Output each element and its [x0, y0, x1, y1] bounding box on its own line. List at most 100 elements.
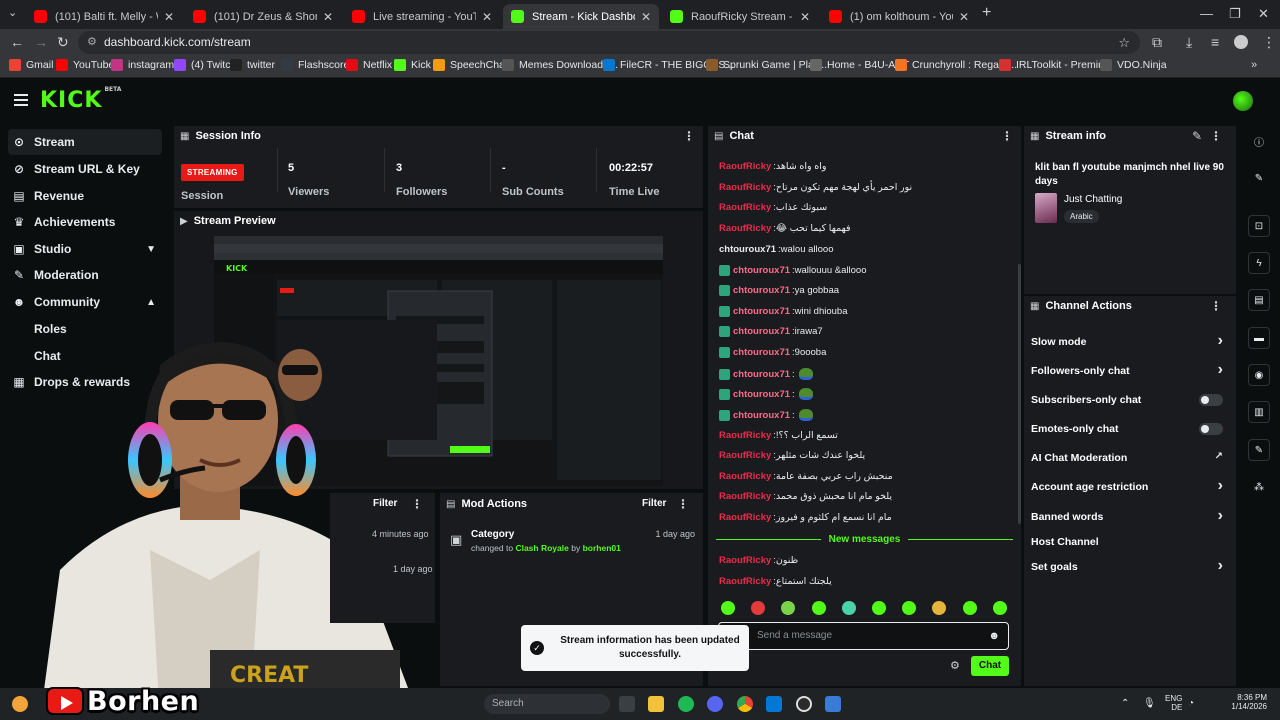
more-options-icon[interactable]: ⋮	[683, 129, 695, 143]
chat-username[interactable]: chtouroux71	[733, 306, 790, 317]
chat-message[interactable]: RaoufRicky: مام انا نسمع ام كلثوم و فيرو…	[719, 512, 892, 523]
chat-username[interactable]: chtouroux71	[733, 326, 790, 337]
more-options-icon[interactable]: ⋮	[1210, 299, 1222, 313]
new-tab-button[interactable]: +	[982, 4, 991, 22]
emote-icon[interactable]	[841, 601, 856, 615]
site-info-icon[interactable]: ⚙	[87, 31, 97, 54]
sidebar-item-revenue[interactable]: ▤ Revenue	[8, 183, 162, 209]
category-name[interactable]: Just Chatting	[1064, 194, 1122, 205]
bookmark-item[interactable]: (4) Twitch	[174, 59, 236, 71]
forward-icon[interactable]: →	[34, 34, 48, 50]
chat-message[interactable]: RaoufRicky: نور احمر يأي لهجة مهم تكون م…	[719, 182, 912, 193]
chat-message[interactable]: chtouroux71: walou allooo	[719, 244, 833, 255]
chrome-icon[interactable]	[737, 696, 753, 712]
browser-tab[interactable]: Stream - Kick Dashboard ✕	[503, 4, 659, 29]
more-bookmarks-icon[interactable]: »	[1251, 59, 1257, 71]
edit-icon[interactable]: ✎	[1248, 167, 1270, 189]
chat-username[interactable]: chtouroux71	[733, 265, 790, 276]
chat-username[interactable]: RaoufRicky	[719, 555, 771, 566]
chat-message-input[interactable]: Send a message ☻	[718, 622, 1009, 650]
chat-username[interactable]: chtouroux71	[719, 244, 776, 255]
close-tab-icon[interactable]: ✕	[800, 10, 810, 24]
new-messages-divider[interactable]: New messages	[708, 534, 1021, 545]
taskbar-search[interactable]: Search	[484, 694, 610, 714]
bookmark-star-icon[interactable]: ☆	[1118, 31, 1130, 54]
chat-message[interactable]: chtouroux71: wini dhiouba	[719, 306, 847, 317]
chat-username[interactable]: chtouroux71	[733, 389, 790, 400]
file-explorer-icon[interactable]	[648, 696, 664, 712]
chevron-right-icon[interactable]: ›	[1218, 361, 1223, 379]
channel-action-row[interactable]: Emotes-only chat	[1031, 423, 1223, 437]
wrench-icon[interactable]: ✎	[1248, 439, 1270, 461]
bookmark-item[interactable]: Flashscore	[281, 59, 349, 71]
chat-message[interactable]: chtouroux71: 9oooba	[719, 347, 826, 358]
download-icon[interactable]: ⤓	[1186, 34, 1192, 51]
bookmark-item[interactable]: twitter	[230, 59, 275, 71]
app-icon[interactable]	[766, 696, 782, 712]
bookmark-item[interactable]: IRLToolkit - Premiu...	[999, 59, 1113, 71]
mic-icon[interactable]: 🎙	[1143, 698, 1156, 709]
external-link-icon[interactable]: ↗	[1215, 451, 1223, 462]
chevron-right-icon[interactable]: ›	[1218, 507, 1223, 525]
spotify-icon[interactable]	[678, 696, 694, 712]
close-tab-icon[interactable]: ✕	[323, 10, 333, 24]
chat-username[interactable]: RaoufRicky	[719, 471, 771, 482]
channel-action-row[interactable]: Subscribers-only chat	[1031, 394, 1223, 408]
chat-message[interactable]: chtouroux71:	[719, 388, 813, 400]
chat-username[interactable]: RaoufRicky	[719, 202, 771, 213]
chat-message[interactable]: RaoufRicky: سبوتك عذاب	[719, 202, 827, 213]
chat-message[interactable]: chtouroux71: ya gobbaa	[719, 285, 839, 296]
close-window-button[interactable]: ✕	[1258, 6, 1269, 22]
minimize-button[interactable]: —	[1200, 6, 1213, 21]
maximize-button[interactable]: ❐	[1229, 6, 1241, 22]
chat-username[interactable]: RaoufRicky	[719, 182, 771, 193]
browser-tab[interactable]: (101) Balti ft. Melly - Wino El Ha ✕	[26, 4, 182, 29]
weather-icon[interactable]	[12, 696, 28, 712]
send-chat-button[interactable]: Chat	[971, 656, 1009, 676]
browser-tab[interactable]: RaoufRicky Stream - Watch Live ✕	[662, 4, 818, 29]
browser-tab[interactable]: (1) om kolthoum - YouTube ✕	[821, 4, 977, 29]
chat-message[interactable]: RaoufRicky: منحبش راب عربي بصفة عامة	[719, 471, 893, 482]
bookmark-item[interactable]: instagram	[111, 59, 174, 71]
emote-icon[interactable]	[751, 601, 766, 615]
layers-icon[interactable]: ▥	[1248, 401, 1270, 423]
channel-action-row[interactable]: Host Channel	[1031, 536, 1223, 550]
chat-username[interactable]: chtouroux71	[733, 410, 790, 421]
sidebar-item-stream-url-key[interactable]: ⊘ Stream URL & Key	[8, 156, 162, 182]
monitor-icon[interactable]	[825, 696, 841, 712]
clock[interactable]: 8:36 PM 1/14/2026	[1223, 693, 1267, 711]
emote-icon[interactable]	[811, 601, 826, 615]
more-options-icon[interactable]: ⋮	[411, 497, 423, 511]
chat-message[interactable]: RaoufRicky: فهمها كيما تحب 😂	[719, 223, 851, 234]
chat-bubble-icon[interactable]: ▬	[1248, 327, 1270, 349]
sidebar-item-stream[interactable]: ⊙ Stream	[8, 129, 162, 155]
url-input[interactable]: ⚙ dashboard.kick.com/stream ☆	[78, 31, 1140, 54]
chat-username[interactable]: RaoufRicky	[719, 576, 771, 587]
channel-action-row[interactable]: Banned words ›	[1031, 507, 1223, 525]
filter-button[interactable]: Filter	[373, 498, 397, 509]
more-options-icon[interactable]: ⋮	[677, 497, 689, 511]
obs-icon[interactable]	[796, 696, 812, 712]
bookmark-item[interactable]: SpeechChat	[433, 59, 508, 71]
chat-username[interactable]: RaoufRicky	[719, 512, 771, 523]
channel-action-row[interactable]: AI Chat Moderation ↗	[1031, 451, 1223, 466]
browser-menu-icon[interactable]: ⋮	[1262, 34, 1276, 51]
bookmark-item[interactable]: Memes Download -...	[502, 59, 618, 71]
more-options-icon[interactable]: ⋮	[1001, 129, 1013, 143]
filter-button[interactable]: Filter	[642, 498, 666, 509]
chat-message[interactable]: RaoufRicky: يلجتك استمتاع	[719, 576, 832, 587]
channel-action-row[interactable]: Set goals ›	[1031, 557, 1223, 575]
chat-message[interactable]: chtouroux71: irawa7	[719, 326, 823, 337]
emote-icon[interactable]	[872, 601, 886, 615]
chat-message[interactable]: chtouroux71: wallouuu &allooo	[719, 265, 867, 276]
chat-username[interactable]: chtouroux71	[733, 285, 790, 296]
emoji-picker-icon[interactable]: ☻	[988, 623, 1000, 649]
sidebar-item-moderation[interactable]: ✎ Moderation	[8, 262, 162, 288]
chat-message[interactable]: RaoufRicky: واه واه شاهد	[719, 161, 826, 172]
close-tab-icon[interactable]: ✕	[641, 10, 651, 24]
emote-icon[interactable]	[932, 601, 947, 615]
chat-username[interactable]: RaoufRicky	[719, 161, 771, 172]
bookmark-item[interactable]: Kick	[394, 59, 431, 71]
chat-username[interactable]: RaoufRicky	[719, 491, 771, 502]
edit-icon[interactable]: ✎	[1192, 129, 1202, 143]
